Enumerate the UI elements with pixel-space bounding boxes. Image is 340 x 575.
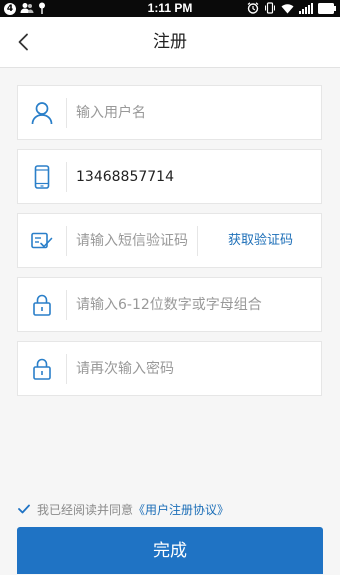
get-code-button[interactable]: 获取验证码 (198, 214, 323, 267)
agreement-checkbox[interactable] (17, 502, 31, 516)
field-divider (66, 290, 67, 320)
alarm-icon (247, 0, 259, 18)
phone-icon (18, 150, 66, 203)
password-field (17, 277, 322, 332)
agreement-link[interactable]: 《用户注册协议》 (133, 501, 229, 518)
confirm-password-input[interactable] (76, 342, 306, 395)
signal-icon (299, 0, 313, 18)
phone-input[interactable] (76, 150, 306, 203)
field-divider (66, 226, 67, 256)
agreement-row: 我已经阅读并同意 《用户注册协议》 (17, 500, 229, 518)
vibrate-icon (264, 0, 276, 18)
agreement-text: 我已经阅读并同意 (37, 502, 134, 517)
sms-code-input[interactable] (76, 214, 194, 267)
username-input[interactable] (76, 86, 306, 139)
lock-icon (18, 342, 66, 395)
sms-code-field: 获取验证码 (17, 213, 322, 268)
user-icon (18, 86, 66, 139)
field-divider (66, 162, 67, 192)
confirm-password-field (17, 341, 322, 396)
page-title: 注册 (153, 32, 187, 52)
verify-code-icon (18, 214, 66, 267)
lock-icon (18, 278, 66, 331)
password-input[interactable] (76, 278, 306, 331)
status-bar: 4 1:11 PM (0, 0, 340, 17)
username-field (17, 85, 322, 140)
field-divider (66, 98, 67, 128)
field-divider (66, 354, 67, 384)
status-right-icons (247, 1, 336, 16)
phone-field (17, 149, 322, 204)
submit-button[interactable]: 完成 (17, 527, 323, 574)
wifi-icon (281, 0, 294, 18)
nav-bar: 注册 (0, 17, 340, 68)
battery-icon (318, 0, 336, 18)
checkmark-icon (18, 504, 30, 514)
